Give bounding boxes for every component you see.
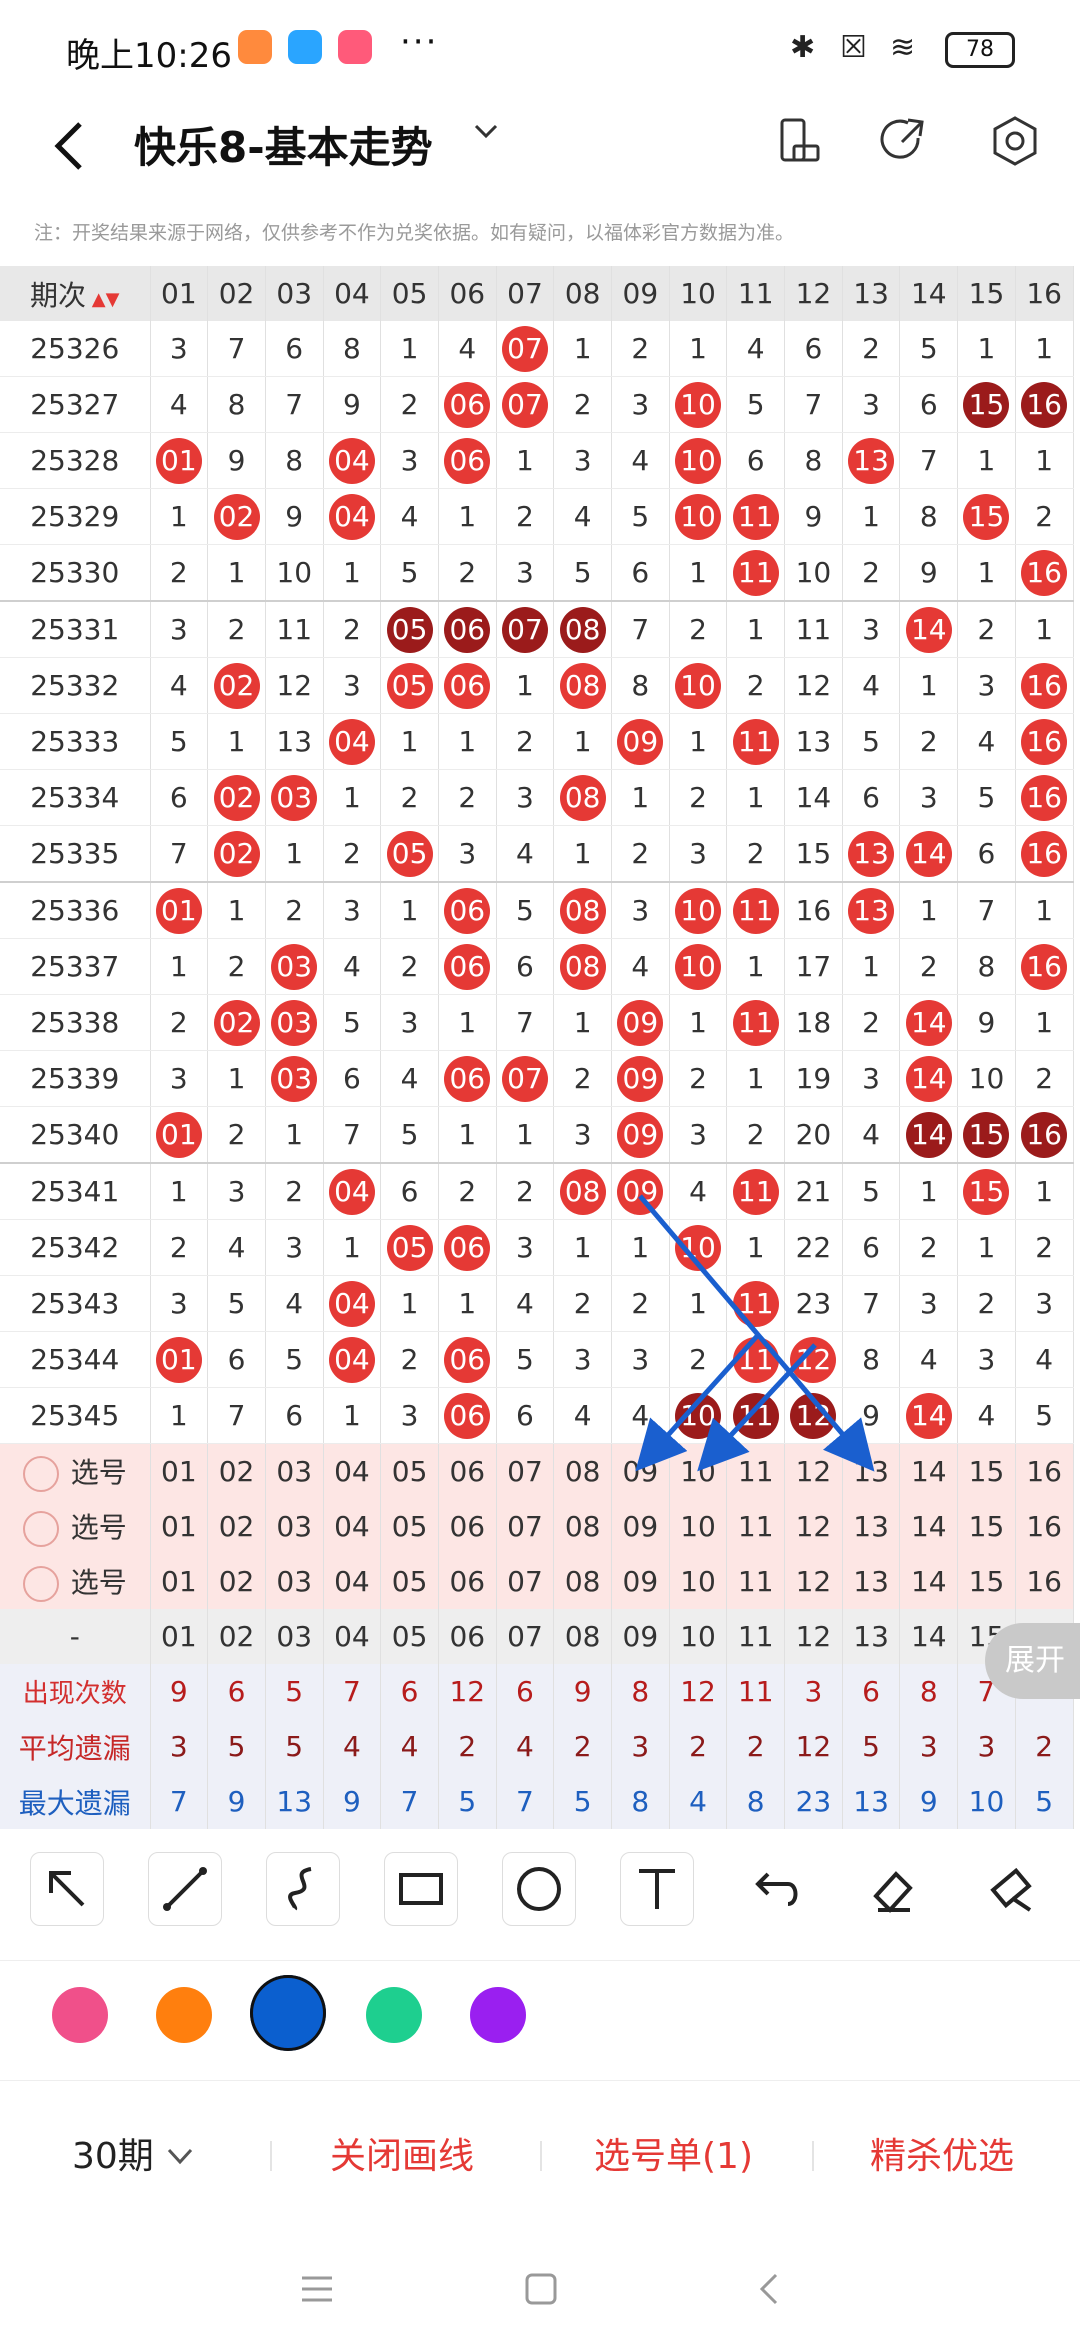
color-purple[interactable]: [470, 1987, 526, 2043]
clear-icon[interactable]: [978, 1852, 1050, 1924]
close-drawing-button[interactable]: 关闭画线: [330, 2127, 474, 2179]
menu-icon[interactable]: [300, 2274, 334, 2304]
system-nav-bar: [0, 2210, 1080, 2340]
back-nav-icon[interactable]: [756, 2272, 782, 2306]
divider: [812, 2141, 814, 2171]
arrow-tool-icon[interactable]: [30, 1852, 104, 1926]
home-icon[interactable]: [524, 2272, 558, 2306]
curve-tool-icon[interactable]: [266, 1852, 340, 1926]
drawn-arrow[interactable]: [697, 1343, 817, 1472]
best-pick-button[interactable]: 精杀优选: [870, 2127, 1014, 2179]
color-orange[interactable]: [156, 1987, 212, 2043]
drawn-arrow[interactable]: [635, 1333, 760, 1472]
color-blue-selected[interactable]: [250, 1975, 326, 2051]
color-picker: [0, 1960, 1080, 2071]
line-tool-icon[interactable]: [148, 1852, 222, 1926]
circle-tool-icon[interactable]: [502, 1852, 576, 1926]
pick-list-button[interactable]: 选号单(1): [594, 2127, 753, 2179]
eraser-icon[interactable]: [856, 1852, 928, 1924]
period-select[interactable]: 30期: [72, 2127, 195, 2179]
period-select-label: 30期: [72, 2136, 154, 2177]
color-green[interactable]: [366, 1987, 422, 2043]
drawing-toolbar: [0, 1830, 1080, 1950]
bottom-action-bar: 30期 关闭画线 选号单(1) 精杀优选: [0, 2080, 1080, 2211]
expand-button[interactable]: 展开: [985, 1623, 1080, 1699]
text-tool-icon[interactable]: [620, 1852, 694, 1926]
drawn-arrow[interactable]: [638, 1194, 875, 1472]
undo-icon[interactable]: [738, 1852, 810, 1924]
chevron-down-icon: [168, 2148, 193, 2165]
divider: [540, 2141, 542, 2171]
rectangle-tool-icon[interactable]: [384, 1852, 458, 1926]
divider: [270, 2141, 272, 2171]
color-pink[interactable]: [52, 1987, 108, 2043]
